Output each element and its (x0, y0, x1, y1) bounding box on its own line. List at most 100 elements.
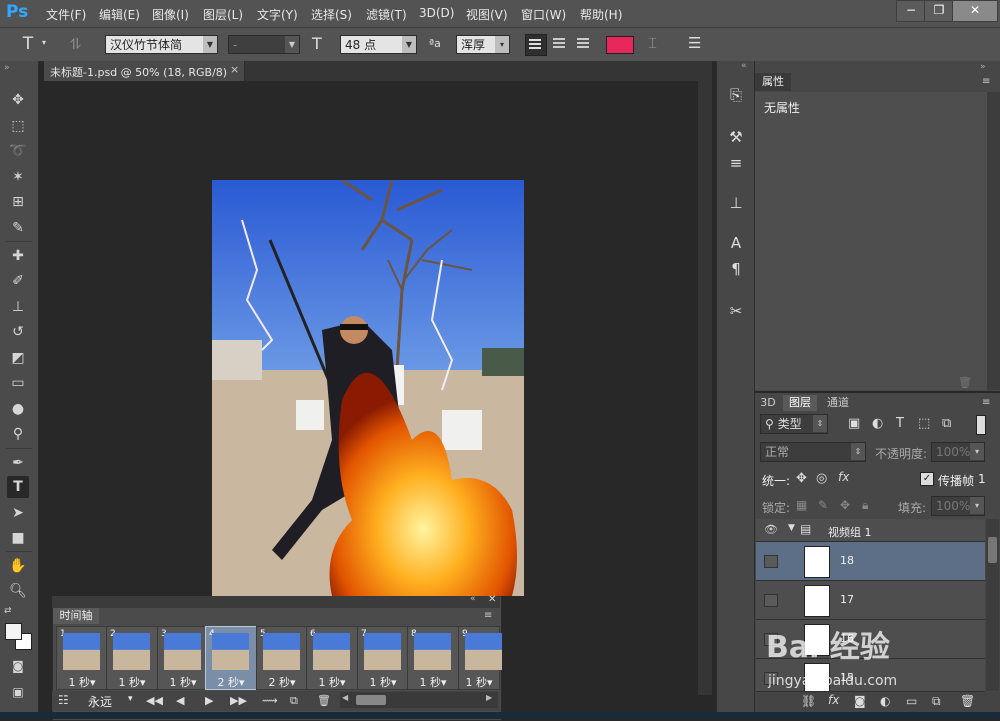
marquee-tool-icon[interactable]: ⬚ (7, 115, 29, 137)
tween-icon[interactable]: ⟿ (262, 694, 278, 707)
timeline-frame[interactable]: 91 秒▾ (458, 626, 502, 690)
layer-row[interactable]: 17 (756, 581, 985, 620)
panel-menu-icon[interactable]: ≡ (982, 397, 990, 408)
restore-button[interactable]: ❐ (924, 0, 954, 22)
pixel-filter-icon[interactable]: ▣ (848, 416, 860, 431)
clone-stamp-tool-icon[interactable]: ⊥ (7, 296, 29, 318)
lock-position-icon[interactable]: ✥ (840, 498, 850, 512)
smart-object-filter-icon[interactable]: ⧉ (942, 416, 951, 431)
close-tab-icon[interactable]: × (230, 63, 239, 76)
eyedropper-tool-icon[interactable]: ✎ (7, 217, 29, 239)
next-frame-icon[interactable]: ▶▶ (230, 694, 247, 707)
layer-row[interactable]: 18 (756, 542, 985, 581)
eye-icon[interactable]: 👁︎ (764, 523, 778, 536)
timeline-frame[interactable]: 52 秒▾ (256, 626, 308, 690)
play-icon[interactable]: ▶ (205, 694, 213, 707)
font-size-select[interactable]: 48 点 ▼ (340, 35, 417, 54)
text-color-swatch[interactable] (606, 36, 634, 54)
menu-help[interactable]: 帮助(H) (580, 6, 622, 23)
collapse-icon[interactable]: » (4, 63, 10, 73)
filter-toggle[interactable] (976, 415, 986, 435)
menu-3d[interactable]: 3D(D) (419, 6, 454, 20)
document-image[interactable] (212, 180, 524, 596)
align-center-button[interactable] (549, 34, 569, 54)
menu-filter[interactable]: 滤镜(T) (366, 6, 407, 23)
collapse-icon[interactable]: » (980, 62, 986, 72)
visibility-toggle[interactable] (764, 594, 778, 607)
timeline-frame[interactable]: 71 秒▾ (357, 626, 409, 690)
properties-scrollbar[interactable] (987, 92, 1000, 390)
visibility-toggle[interactable] (764, 555, 778, 568)
history-panel-icon[interactable]: ⎘ (726, 85, 746, 105)
dodge-tool-icon[interactable]: ⚲ (7, 423, 29, 445)
zoom-tool-icon[interactable]: 🔍︎ (7, 580, 29, 602)
brush-tool-icon[interactable]: ✐ (7, 270, 29, 292)
propagate-checkbox[interactable]: ✓ (920, 472, 934, 486)
magic-wand-tool-icon[interactable]: ✶ (7, 166, 29, 188)
menu-select[interactable]: 选择(S) (311, 6, 352, 23)
menu-file[interactable]: 文件(F) (46, 6, 86, 23)
lock-pixels-icon[interactable]: ✎ (818, 498, 828, 512)
timeline-scrollbar[interactable]: ◀ ▶ (340, 692, 498, 708)
frame-delay-select[interactable]: 1 秒▾ (408, 674, 458, 690)
timeline-frame[interactable]: 81 秒▾ (407, 626, 459, 690)
properties-tab[interactable]: 属性 (755, 73, 791, 91)
character-panel-icon[interactable]: ☰ (688, 34, 701, 52)
adjustment-filter-icon[interactable]: ◐ (872, 416, 883, 431)
foreground-color-swatch[interactable] (5, 623, 22, 640)
swap-colors-icon[interactable]: ⇄ (4, 606, 12, 616)
menu-type[interactable]: 文字(Y) (257, 6, 298, 23)
adjustment-layer-icon[interactable]: ◐ (880, 694, 890, 708)
loop-select[interactable]: 永远 ▾ (78, 693, 140, 709)
menu-window[interactable]: 窗口(W) (521, 6, 566, 23)
scrollbar-thumb[interactable] (356, 695, 386, 705)
previous-frame-icon[interactable]: ◀ (176, 694, 184, 707)
type-tool-icon[interactable]: T (18, 34, 38, 54)
menu-view[interactable]: 视图(V) (466, 6, 508, 23)
scrollbar-thumb[interactable] (988, 537, 997, 563)
close-panel-icon[interactable]: ✕ (488, 594, 496, 605)
duplicate-frame-icon[interactable]: ⧉ (290, 694, 298, 708)
history-brush-tool-icon[interactable]: ↺ (7, 321, 29, 343)
character-panel-icon[interactable]: A (726, 233, 746, 253)
align-right-button[interactable] (573, 34, 593, 54)
add-mask-icon[interactable]: ◙ (854, 694, 866, 708)
menu-layer[interactable]: 图层(L) (203, 6, 243, 23)
minimize-button[interactable]: − (896, 0, 926, 22)
frame-delay-select[interactable]: 1 秒▾ (307, 674, 357, 690)
expand-triangle-icon[interactable]: ▼ (788, 523, 795, 533)
opacity-input[interactable]: 100% ▾ (931, 442, 985, 462)
tab-layers[interactable]: 图层 (783, 395, 817, 411)
filter-kind-select[interactable]: ⚲ 类型 ⇕ (760, 414, 828, 434)
move-tool-icon[interactable]: ✥ (7, 89, 29, 111)
unify-position-icon[interactable]: ✥ (796, 471, 807, 486)
timeline-frame[interactable]: 31 秒▾ (157, 626, 209, 690)
new-layer-icon[interactable]: ⧉ (932, 694, 941, 709)
type-filter-icon[interactable]: T (896, 416, 904, 431)
text-orientation-icon[interactable]: ⥮ (70, 35, 81, 53)
timeline-frame[interactable]: 21 秒▾ (106, 626, 158, 690)
type-tool-icon[interactable]: T (7, 476, 29, 498)
tab-channels[interactable]: 通道 (820, 395, 856, 411)
pen-tool-icon[interactable]: ✒ (7, 452, 29, 474)
adjust-panel-icon[interactable]: ≡ (726, 153, 746, 173)
document-tab[interactable]: 未标题-1.psd @ 50% (18, RGB/8) × (44, 61, 245, 81)
healing-brush-tool-icon[interactable]: ✚ (7, 245, 29, 267)
trash-icon[interactable]: 🗑︎ (958, 376, 972, 389)
frame-delay-select[interactable]: 1 秒▾ (57, 674, 107, 690)
brush-panel-icon[interactable]: ⚒ (726, 127, 746, 147)
rectangle-tool-icon[interactable]: ■ (7, 527, 29, 549)
tab-3d[interactable]: 3D (757, 395, 779, 411)
layer-group-row[interactable]: 👁︎ ▼ ▤ 视频组 1 (756, 519, 985, 542)
scroll-right-icon[interactable]: ▶ (486, 693, 492, 702)
collapse-icon[interactable]: « (470, 594, 476, 604)
layers-scrollbar[interactable] (986, 519, 999, 691)
lock-all-icon[interactable]: 🔒︎ (862, 498, 868, 513)
screen-mode-icon[interactable]: ▣ (7, 681, 29, 703)
frame-delay-select[interactable]: 2 秒▾ (206, 674, 256, 690)
trash-icon[interactable]: 🗑︎ (317, 694, 331, 707)
paragraph-panel-icon[interactable]: ¶ (726, 259, 746, 279)
align-left-button[interactable] (525, 34, 547, 56)
timeline-tab[interactable]: 时间轴 (53, 608, 99, 624)
font-style-select[interactable]: - ▼ (228, 35, 300, 54)
